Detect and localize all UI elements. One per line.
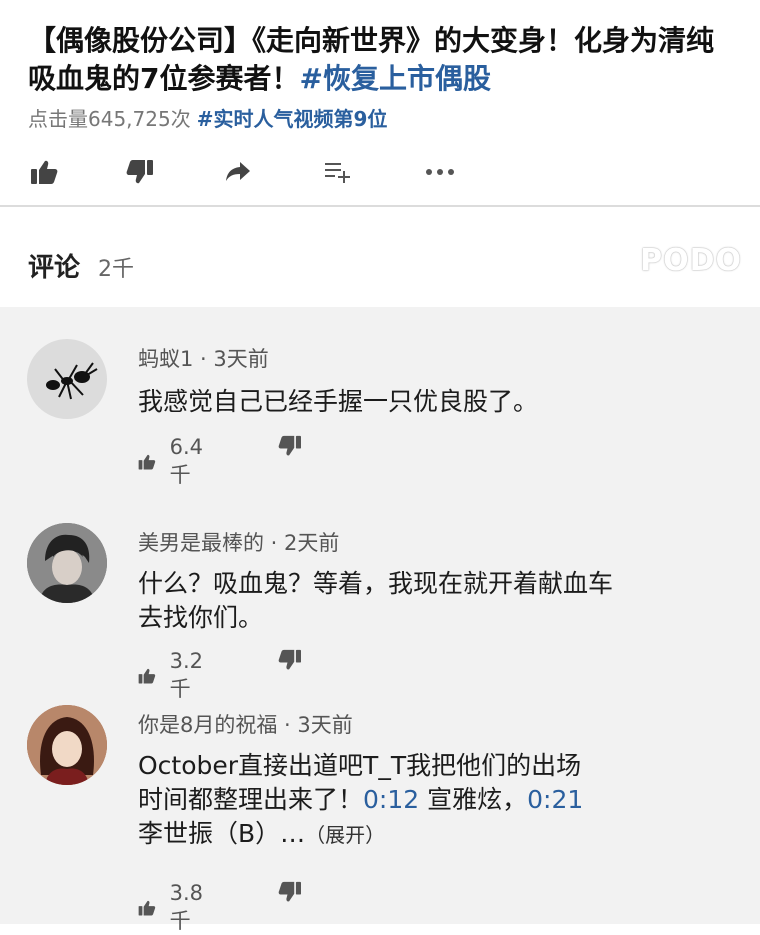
thumbs-up-icon [138, 668, 156, 684]
like-button[interactable] [22, 150, 66, 194]
timestamp-link[interactable]: 0:12 [363, 785, 419, 814]
timestamp-link[interactable]: 0:21 [527, 785, 583, 814]
girl-avatar[interactable] [27, 705, 107, 785]
like-count: 3.8千 [169, 881, 203, 933]
video-meta: 点击量645,725次 #实时人气视频第9位 [28, 103, 387, 132]
add-to-playlist-button[interactable] [316, 150, 360, 194]
thumbs-up-icon [31, 160, 58, 184]
thumbs-down-icon [278, 649, 301, 670]
person-icon [27, 523, 107, 603]
share-button[interactable] [216, 150, 260, 194]
more-icon [426, 169, 454, 175]
comment-author[interactable]: 美男是最棒的 · 2天前 [138, 527, 339, 557]
person-icon [27, 705, 107, 785]
comment-dislike-button[interactable] [278, 435, 302, 461]
thumbs-down-icon [278, 881, 301, 902]
video-title: 【偶像股份公司】《走向新世界》的大变身！化身为清纯吸血鬼的7位参赛者！#恢复上市… [28, 24, 715, 95]
expand-link[interactable]: （展开） [305, 823, 385, 847]
share-icon [226, 162, 250, 181]
dislike-button[interactable] [118, 150, 162, 194]
comment-like-button[interactable]: 6.4千 [138, 435, 209, 489]
comment-like-button[interactable]: 3.8千 [138, 881, 209, 935]
view-count: 点击量645,725次 [28, 107, 191, 131]
like-count: 6.4千 [169, 435, 203, 487]
watermark-logo: PODO [640, 243, 742, 278]
thumbs-down-icon [278, 435, 301, 456]
comment-like-button[interactable]: 3.2千 [138, 649, 209, 703]
like-count: 3.2千 [169, 649, 203, 701]
add-to-playlist-icon [325, 163, 350, 183]
video-info-panel: 【偶像股份公司】《走向新世界》的大变身！化身为清纯吸血鬼的7位参赛者！#恢复上市… [0, 0, 760, 207]
comment-text: 我感觉自己已经手握一只优良股了。 [138, 387, 539, 416]
thumbs-up-icon [138, 900, 156, 916]
comment-dislike-button[interactable] [278, 881, 302, 907]
thumbs-up-icon [138, 454, 156, 470]
comment-author[interactable]: 蚂蚁1 · 3天前 [138, 343, 269, 373]
comments-label: 评论 [28, 253, 81, 283]
comment-list: 蚂蚁1 · 3天前 我感觉自己已经手握一只优良股了。 6.4千 美男是最棒的 ·… [0, 307, 760, 933]
comment-text: October直接出道吧T_T我把他们的出场 时间都整理出来了！0:12 宣雅炫… [138, 751, 584, 848]
ant-icon [46, 362, 98, 400]
thumbs-down-icon [126, 160, 153, 184]
comment-author[interactable]: 你是8月的祝福 · 3天前 [138, 709, 353, 739]
more-button[interactable] [418, 150, 462, 194]
action-bar [0, 150, 760, 194]
comments-header: 评论 2千 PODO [0, 207, 760, 307]
comment-text: 什么？吸血鬼？等着，我现在就开着献血车 去找你们。 [138, 569, 614, 632]
title-hashtag[interactable]: #恢复上市偶股 [299, 62, 490, 95]
comments-count: 2千 [98, 257, 134, 282]
man-avatar[interactable] [27, 523, 107, 603]
comment-dislike-button[interactable] [278, 649, 302, 675]
trending-hashtag[interactable]: #实时人气视频第9位 [197, 107, 388, 131]
ant-avatar[interactable] [27, 339, 107, 419]
